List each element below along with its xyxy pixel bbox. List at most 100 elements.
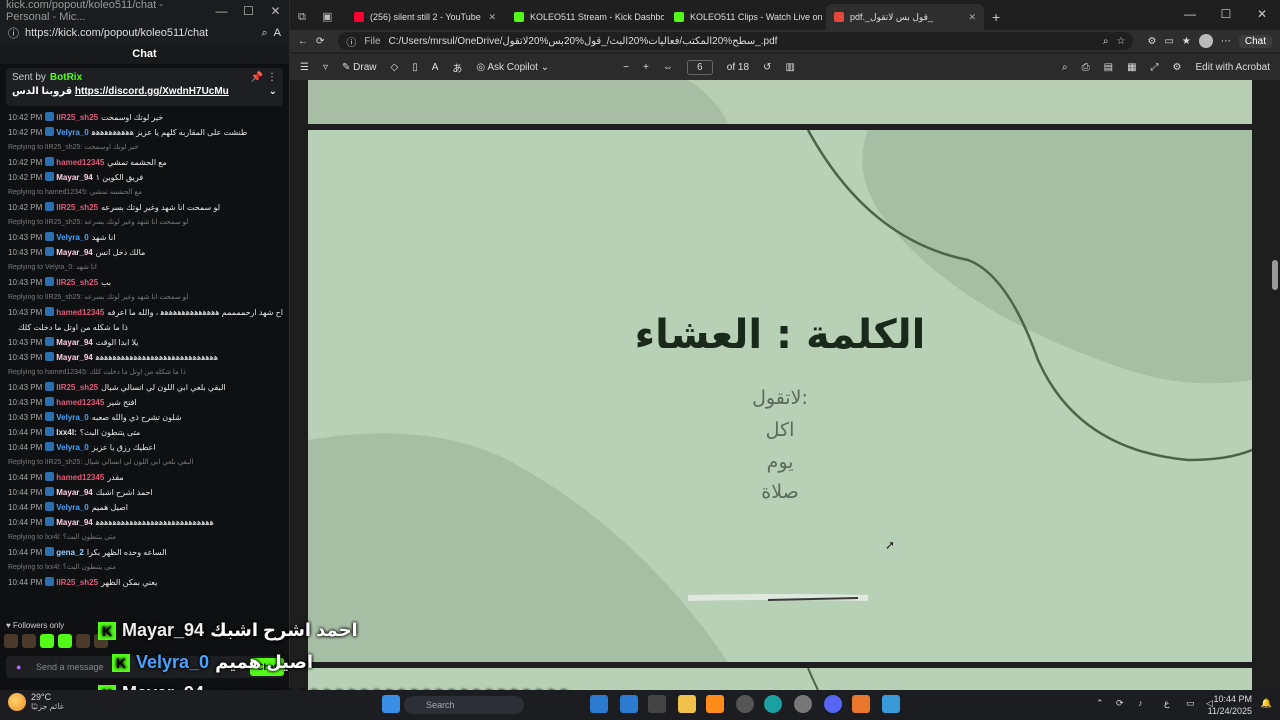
emote[interactable] <box>58 634 72 648</box>
highlight-icon[interactable]: ▿ <box>323 62 328 73</box>
app-icon[interactable] <box>620 695 638 713</box>
app-icon[interactable] <box>706 695 724 713</box>
username[interactable]: Mayar_94 <box>56 173 92 182</box>
zoom-icon[interactable]: ⌕ <box>261 27 267 40</box>
mic-icon[interactable]: ♪ <box>1138 698 1143 708</box>
info-icon[interactable]: ⓘ <box>8 25 19 41</box>
tab-actions-icon[interactable]: ▣ <box>322 4 344 30</box>
back-icon[interactable]: ← <box>298 36 308 47</box>
username[interactable]: lIR25_sh25 <box>56 383 98 392</box>
url-field[interactable]: ⓘ File C:/Users/mrsul/OneDrive/سطح%20الم… <box>338 32 1134 50</box>
app-icon[interactable] <box>590 695 608 713</box>
username[interactable]: Mayar_94 <box>56 518 92 527</box>
browser-tab[interactable]: KOLEO511 Clips - Watch Live on K✕ <box>666 4 824 30</box>
popout-url[interactable]: https://kick.com/popout/koleo511/chat <box>25 27 255 39</box>
close-button[interactable]: ✕ <box>1244 0 1280 28</box>
username[interactable]: Velyra_0 <box>56 443 88 452</box>
zoom-in-icon[interactable]: + <box>643 62 649 73</box>
two-page-icon[interactable]: ▥ <box>785 62 794 73</box>
info-icon[interactable]: ⓘ <box>346 34 356 49</box>
username[interactable]: lIR25_sh25 <box>56 578 98 587</box>
username[interactable]: Velyra_0 <box>56 128 88 137</box>
search-icon[interactable]: ⌕ <box>1062 62 1068 73</box>
browser-tab[interactable]: KOLEO511 Stream - Kick Dashboa✕ <box>506 4 664 30</box>
split-screen-icon[interactable]: ▭ <box>1164 36 1173 47</box>
username[interactable]: Velyra_0 <box>56 503 88 512</box>
ask-copilot-button[interactable]: ◎ Ask Copilot ⌄ <box>476 62 549 73</box>
new-tab-button[interactable]: + <box>992 4 1000 30</box>
username[interactable]: lxx4l: <box>56 428 76 437</box>
weather-widget[interactable]: 29°C غائم جزئيًا <box>8 692 64 711</box>
maximize-button[interactable]: ☐ <box>235 4 262 18</box>
username[interactable]: gena_2 <box>56 548 84 557</box>
browser-tab[interactable]: (256) silent still 2 - YouTube ✕ <box>346 4 504 30</box>
username[interactable]: hamed12345 <box>56 158 104 167</box>
language-indicator[interactable]: ع <box>1164 698 1169 709</box>
scrollbar-thumb[interactable] <box>1272 260 1278 290</box>
emote[interactable] <box>4 634 18 648</box>
edge-icon[interactable] <box>764 695 782 713</box>
profile-avatar[interactable] <box>1198 34 1213 48</box>
username[interactable]: lIR25_sh25 <box>56 113 98 122</box>
username[interactable]: Velyra_0 <box>56 413 88 422</box>
username[interactable]: hamed12345 <box>56 398 104 407</box>
more-options-icon[interactable]: ⋮ <box>267 72 277 83</box>
minimize-button[interactable]: — <box>208 4 235 18</box>
notepad-icon[interactable] <box>882 695 900 713</box>
chevron-down-icon[interactable]: ⌄ <box>269 86 277 97</box>
emote[interactable] <box>76 634 90 648</box>
url-text[interactable]: C:/Users/mrsul/OneDrive/سطح%20المكتب/فعا… <box>389 36 1095 47</box>
favorites-icon[interactable]: ★ <box>1182 36 1191 47</box>
scrollbar[interactable] <box>1272 88 1278 688</box>
page-view-icon[interactable]: ▯ <box>412 62 418 73</box>
display-icon[interactable]: ▭ <box>1186 698 1195 709</box>
favorite-star-icon[interactable]: ☆ <box>1117 36 1126 47</box>
translate-icon[interactable]: あ <box>452 60 462 75</box>
edit-with-acrobat-button[interactable]: Edit with Acrobat <box>1196 62 1270 73</box>
username[interactable]: lIR25_sh25 <box>56 203 98 212</box>
more-menu-icon[interactable]: ⋯ <box>1221 36 1231 47</box>
chevron-up-icon[interactable]: ⌃ <box>1096 698 1104 709</box>
close-tab-icon[interactable]: ✕ <box>968 12 976 23</box>
refresh-icon[interactable]: ⟳ <box>316 36 324 47</box>
username[interactable]: hamed12345 <box>56 308 104 317</box>
browser-tab[interactable]: pdf._قول بس لاتقول_ ✕ <box>826 4 984 30</box>
extensions-icon[interactable]: ⚙ <box>1147 36 1156 47</box>
discord-icon[interactable] <box>824 695 842 713</box>
settings-icon[interactable] <box>794 695 812 713</box>
fullscreen-icon[interactable]: ⤢ <box>1151 62 1159 73</box>
emote[interactable] <box>40 634 54 648</box>
contents-icon[interactable]: ☰ <box>300 62 309 73</box>
page-number-input[interactable]: 6 <box>686 59 713 75</box>
save-icon[interactable]: ▤ <box>1104 62 1113 73</box>
close-button[interactable]: ✕ <box>262 4 289 18</box>
taskbar-search[interactable]: Search <box>404 696 524 714</box>
zoom-icon[interactable]: ⌕ <box>1103 36 1109 47</box>
mic-icon[interactable]: ● <box>16 662 21 672</box>
username[interactable]: hamed12345 <box>56 473 104 482</box>
username[interactable]: Mayar_94 <box>56 353 92 362</box>
username[interactable]: Mayar_94 <box>56 488 92 497</box>
app-icon[interactable] <box>852 695 870 713</box>
app-icon[interactable] <box>648 695 666 713</box>
save-as-icon[interactable]: ▦ <box>1127 62 1136 73</box>
fit-page-icon[interactable]: ⇔ <box>663 62 673 73</box>
settings-icon[interactable]: ⚙ <box>1173 62 1182 73</box>
username[interactable]: Mayar_94 <box>56 338 92 347</box>
username[interactable]: Mayar_94 <box>56 248 92 257</box>
notification-icon[interactable]: 🔔 <box>1261 698 1272 709</box>
maximize-button[interactable]: ☐ <box>1208 0 1244 28</box>
emote[interactable] <box>22 634 36 648</box>
draw-button[interactable]: ✎ Draw <box>342 62 377 73</box>
minimize-button[interactable]: — <box>1172 0 1208 28</box>
username[interactable]: Velyra_0 <box>56 233 88 242</box>
read-aloud-icon[interactable]: A <box>274 27 281 39</box>
rotate-icon[interactable]: ↺ <box>763 62 771 73</box>
zoom-out-icon[interactable]: − <box>623 62 629 73</box>
app-icon[interactable] <box>736 695 754 713</box>
copilot-chat-button[interactable]: Chat <box>1238 34 1272 48</box>
network-icon[interactable]: ⟳ <box>1116 698 1124 709</box>
workspaces-icon[interactable]: ⧉ <box>298 4 320 30</box>
discord-link[interactable]: https://discord.gg/XwdnH7UcMu <box>75 86 229 97</box>
pin-icon[interactable]: 📌 <box>251 72 263 83</box>
